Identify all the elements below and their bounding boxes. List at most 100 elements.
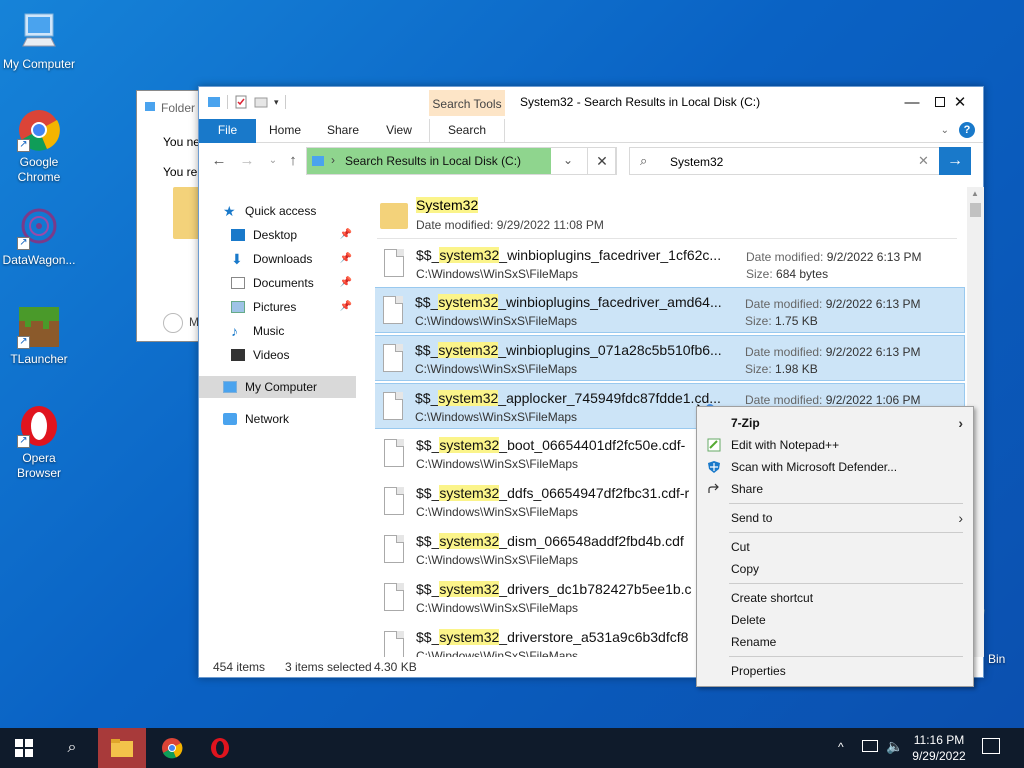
table-row[interactable]: $$_system32_winbioplugins_facedriver_amd… <box>375 287 965 333</box>
search-icon: ⌕ <box>67 739 77 756</box>
nav-downloads[interactable]: ⬇ Downloads 📌 <box>199 248 356 270</box>
address-dropdown-icon[interactable]: ⌄ <box>563 153 573 167</box>
item-name: $$_system32_dism_066548addf2fbd4b.cdf <box>416 533 684 549</box>
customize-qat-icon[interactable]: ▾ <box>274 97 279 108</box>
menu-separator <box>729 656 963 657</box>
nav-network[interactable]: Network <box>199 408 356 430</box>
file-icon <box>384 535 404 563</box>
file-icon <box>384 583 404 611</box>
tab-file[interactable]: File <box>199 119 256 143</box>
up-arrow-icon[interactable]: ↑ <box>283 151 303 171</box>
opera-icon: ↗ <box>17 404 61 448</box>
nav-pictures[interactable]: Pictures 📌 <box>199 296 356 318</box>
menu-item-rename[interactable]: Rename <box>697 631 973 653</box>
menu-item-delete[interactable]: Delete <box>697 609 973 631</box>
stop-search-button[interactable]: ✕ <box>587 147 617 175</box>
network-status-icon[interactable] <box>862 740 878 752</box>
item-date-modified: Date modified: 9/2/2022 1:06 PM <box>745 393 921 407</box>
tab-view[interactable]: View <box>373 119 425 143</box>
desktop-icon-tlauncher[interactable]: ↗ TLauncher <box>1 305 77 367</box>
nav-my-computer[interactable]: My Computer <box>199 376 356 398</box>
back-arrow-icon[interactable]: ← <box>209 151 229 171</box>
clear-search-icon[interactable]: ✕ <box>918 153 929 169</box>
search-input-value[interactable]: System32 <box>670 155 723 169</box>
taskbar-file-explorer[interactable] <box>98 728 146 768</box>
nav-music[interactable]: ♪ Music <box>199 320 356 342</box>
pin-icon[interactable]: 📌 <box>340 224 352 246</box>
new-folder-icon[interactable] <box>254 95 268 109</box>
menu-item-edit-notepad[interactable]: Edit with Notepad++ <box>697 434 973 456</box>
volume-icon[interactable]: 🔈 <box>886 738 903 755</box>
notifications-icon[interactable] <box>982 738 1000 754</box>
computer-icon <box>223 381 237 393</box>
taskbar-opera[interactable] <box>196 728 244 768</box>
divider <box>377 238 957 239</box>
tab-home[interactable]: Home <box>259 119 311 143</box>
item-size: Size: 1.75 KB <box>745 314 818 328</box>
taskbar-search-button[interactable]: ⌕ <box>48 728 96 768</box>
desktop-icon-opera[interactable]: ↗ Opera Browser <box>1 404 77 481</box>
pin-icon[interactable]: 📌 <box>340 296 352 318</box>
desktop-icon-datawagon[interactable]: ↗ DataWagon... <box>1 206 77 268</box>
pin-icon[interactable]: 📌 <box>340 248 352 270</box>
desktop-icon-label: Opera Browser <box>16 451 61 480</box>
scrollbar-thumb[interactable] <box>970 203 981 217</box>
show-hidden-icons-icon[interactable]: ^ <box>838 740 844 754</box>
star-icon: ★ <box>223 203 236 219</box>
start-button[interactable] <box>0 728 48 768</box>
nav-label: Videos <box>253 348 290 362</box>
nav-desktop[interactable]: Desktop 📌 <box>199 224 356 246</box>
window-title: System32 - Search Results in Local Disk … <box>520 95 761 109</box>
document-icon <box>231 277 245 289</box>
search-results-icon <box>312 156 324 166</box>
nav-videos[interactable]: Videos <box>199 344 356 366</box>
help-icon[interactable]: ? <box>959 122 975 138</box>
nav-label: Downloads <box>253 252 313 266</box>
menu-item-7zip[interactable]: 7-Zip › <box>697 412 973 434</box>
forward-arrow-icon[interactable]: → <box>237 151 257 171</box>
menu-item-send-to[interactable]: Send to › <box>697 507 973 529</box>
recent-locations-icon[interactable]: ⌄ <box>263 151 283 171</box>
properties-icon[interactable] <box>234 95 248 109</box>
expand-ribbon-icon[interactable]: ⌄ <box>941 125 949 136</box>
maximize-button[interactable] <box>891 91 945 115</box>
menu-item-scan-defender[interactable]: Scan with Microsoft Defender... <box>697 456 973 478</box>
item-date-modified: Date modified: 9/2/2022 6:13 PM <box>745 345 921 359</box>
tab-search[interactable]: Search <box>429 119 505 143</box>
item-date-modified: Date modified: 9/2/2022 6:13 PM <box>746 250 922 264</box>
menu-item-properties[interactable]: Properties <box>697 660 973 682</box>
quick-access-toolbar: ▾ <box>207 95 286 109</box>
menu-item-share[interactable]: Share <box>697 478 973 500</box>
menu-item-copy[interactable]: Copy <box>697 558 973 580</box>
scroll-up-icon[interactable]: ▲ <box>971 189 979 198</box>
menu-item-create-shortcut[interactable]: Create shortcut <box>697 587 973 609</box>
address-bar[interactable]: › Search Results in Local Disk (C:) ⌄ <box>306 147 616 175</box>
arrow-right-icon: → <box>947 152 963 169</box>
taskbar-chrome[interactable] <box>148 728 196 768</box>
desktop-icon-google-chrome[interactable]: ↗ Google Chrome <box>1 108 77 185</box>
tab-share[interactable]: Share <box>317 119 369 143</box>
pin-icon[interactable]: 📌 <box>340 272 352 294</box>
close-button[interactable]: ✕ <box>937 91 983 115</box>
menu-item-cut[interactable]: Cut <box>697 536 973 558</box>
computer-icon <box>17 10 61 54</box>
table-row[interactable]: $$_system32_winbioplugins_071a28c5b510fb… <box>375 335 965 381</box>
table-row[interactable]: $$_system32_winbioplugins_facedriver_1cf… <box>375 241 965 287</box>
item-name: $$_system32_applocker_745949fdc87fdde1.c… <box>415 390 721 406</box>
music-note-icon: ♪ <box>231 323 238 339</box>
file-icon <box>384 249 404 277</box>
item-name: System32 <box>416 197 479 213</box>
search-go-button[interactable]: → <box>939 147 971 175</box>
nav-quick-access[interactable]: ★ Quick access <box>199 200 356 222</box>
explorer-app-icon[interactable] <box>207 95 221 109</box>
chevron-circle-icon[interactable] <box>163 313 183 333</box>
nav-documents[interactable]: Documents 📌 <box>199 272 356 294</box>
search-box[interactable]: ⌕ System32 ✕ <box>629 147 971 175</box>
list-item-folder[interactable]: System32 Date modified: 9/29/2022 11:08 … <box>375 193 965 239</box>
desktop-icon-my-computer[interactable]: My Computer <box>1 10 77 72</box>
windows-logo-icon <box>15 739 33 757</box>
title-bar[interactable]: ▾ Search Tools System32 - Search Results… <box>199 87 983 119</box>
system-clock[interactable]: 11:16 PM 9/29/2022 <box>906 732 972 764</box>
nav-label: Quick access <box>245 204 317 218</box>
close-icon: ✕ <box>596 153 608 169</box>
